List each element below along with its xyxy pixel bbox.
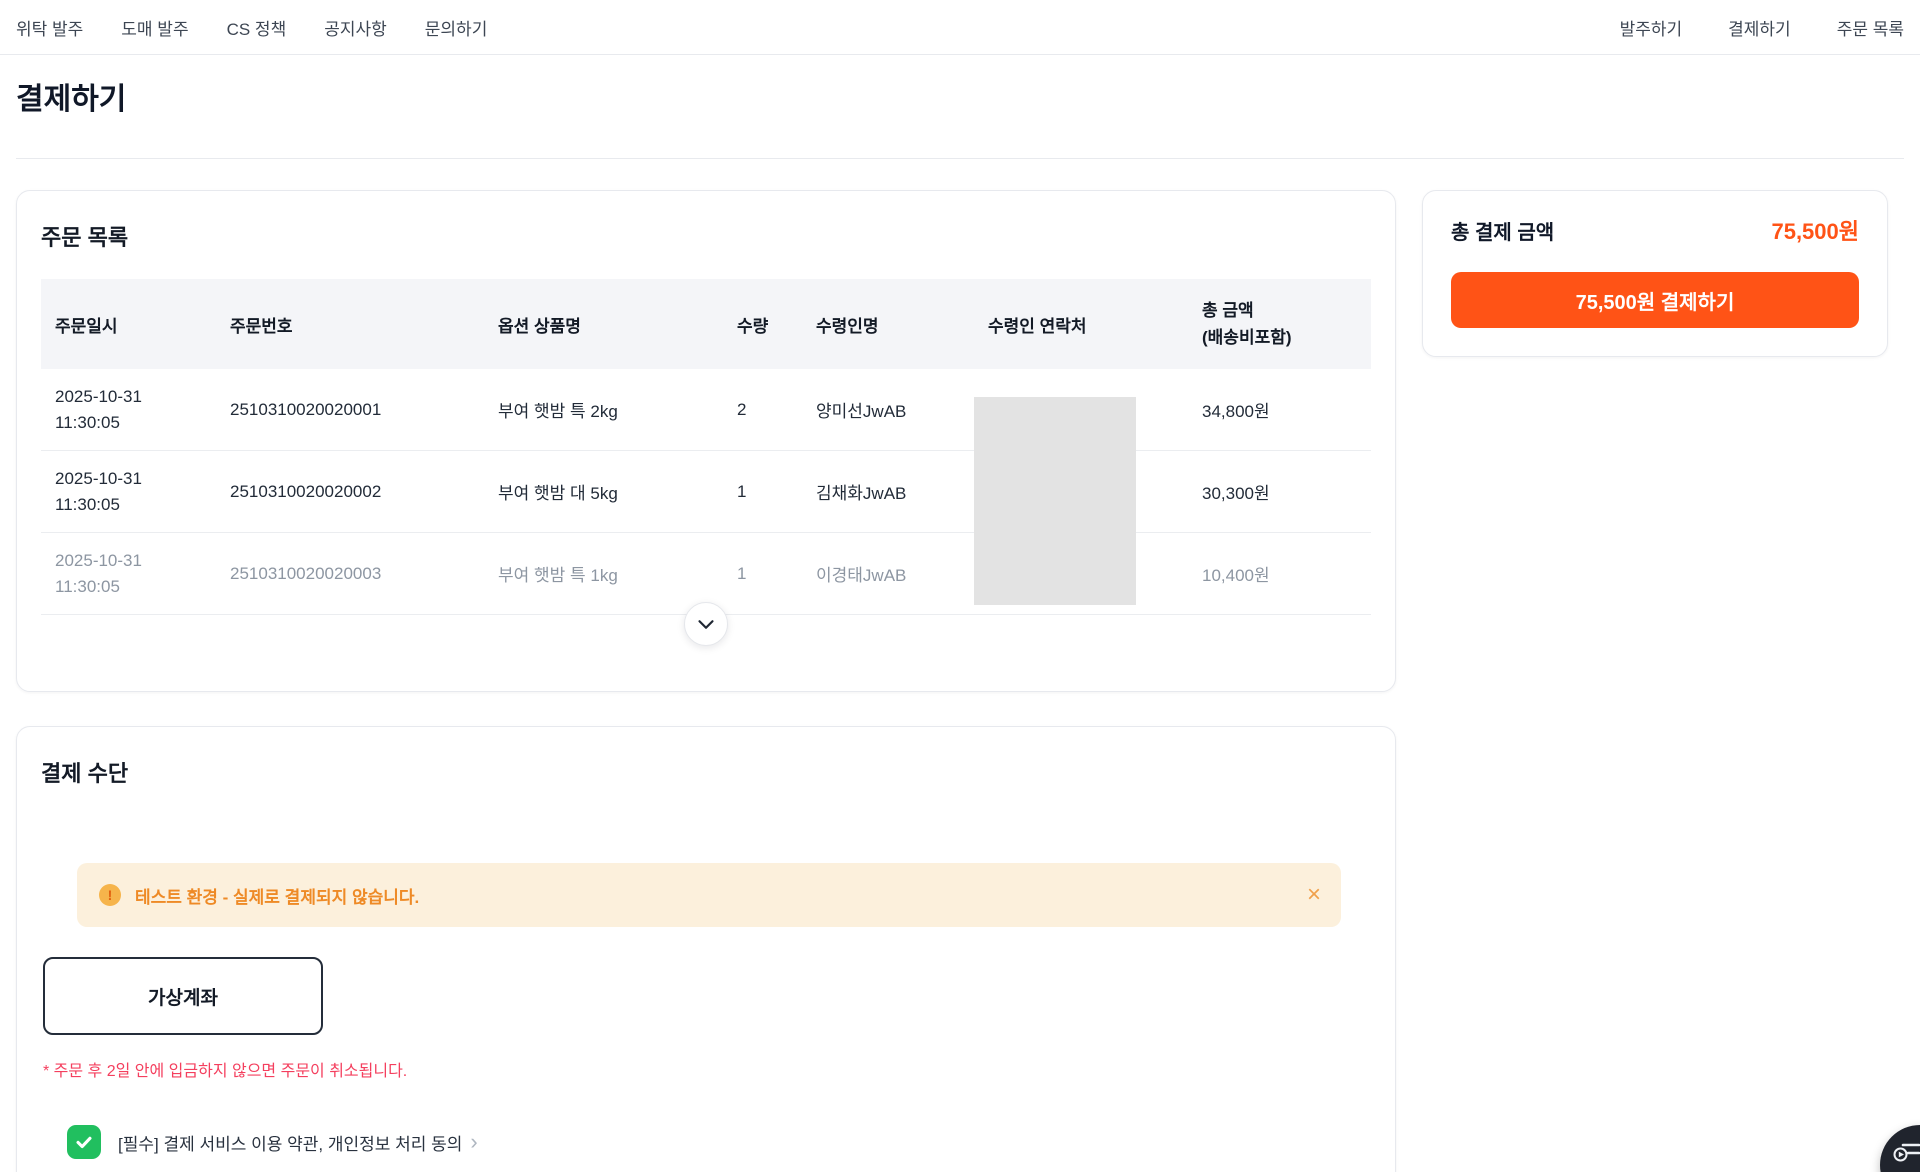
order-date: 2025-10-31 — [55, 466, 216, 492]
cell-total: 10,400원 — [1188, 561, 1371, 586]
col-header-qty: 수량 — [723, 312, 802, 337]
cell-order-no: 2510310020020003 — [216, 564, 484, 584]
pay-button[interactable]: 75,500원 결제하기 — [1451, 272, 1859, 328]
cell-date: 2025-10-31 11:30:05 — [41, 466, 216, 518]
payment-summary-card: 총 결제 금액 75,500원 75,500원 결제하기 — [1422, 190, 1888, 357]
cell-date: 2025-10-31 11:30:05 — [41, 384, 216, 436]
chevron-right-icon[interactable]: › — [470, 1131, 477, 1153]
check-icon — [73, 1131, 95, 1153]
col-header-contact: 수령인 연락처 — [974, 312, 1188, 337]
total-payment-label: 총 결제 금액 — [1451, 216, 1554, 245]
cell-product: 부여 햇밤 특 2kg — [484, 397, 723, 422]
test-banner-text: 테스트 환경 - 실제로 결제되지 않습니다. — [135, 883, 419, 908]
nav-item-consignment-order[interactable]: 위탁 발주 — [16, 15, 83, 40]
order-table-header: 주문일시 주문번호 옵션 상품명 수량 수령인명 수령인 연락처 총 금액 (배… — [41, 279, 1371, 369]
nav-item-checkout[interactable]: 결제하기 — [1728, 15, 1791, 40]
nav-item-place-order[interactable]: 발주하기 — [1620, 15, 1683, 40]
cell-total: 34,800원 — [1188, 397, 1371, 422]
col-header-total-line1: 총 금액 — [1202, 297, 1371, 324]
order-table: 주문일시 주문번호 옵션 상품명 수량 수령인명 수령인 연락처 총 금액 (배… — [41, 279, 1371, 615]
cell-total: 30,300원 — [1188, 479, 1371, 504]
cell-qty: 1 — [723, 564, 802, 584]
col-header-recipient: 수령인명 — [802, 312, 974, 337]
nav-item-inquiry[interactable]: 문의하기 — [425, 15, 488, 40]
cell-qty: 2 — [723, 400, 802, 420]
chevron-down-icon — [693, 611, 719, 637]
payment-method-title: 결제 수단 — [41, 759, 1371, 789]
cell-recipient: 양미선JwAB — [802, 397, 974, 422]
close-icon[interactable]: × — [1307, 883, 1321, 907]
cell-recipient: 이경태JwAB — [802, 561, 974, 586]
col-header-date: 주문일시 — [41, 312, 216, 337]
cell-product: 부여 햇밤 대 5kg — [484, 479, 723, 504]
col-header-total-line2: (배송비포함) — [1202, 324, 1371, 351]
nav-item-order-list[interactable]: 주문 목록 — [1837, 15, 1904, 40]
cell-order-no: 2510310020020002 — [216, 482, 484, 502]
content: 주문 목록 주문일시 주문번호 옵션 상품명 수량 수령인명 수령인 연락처 총… — [16, 190, 1904, 692]
order-list-card: 주문 목록 주문일시 주문번호 옵션 상품명 수량 수령인명 수령인 연락처 총… — [16, 190, 1396, 692]
table-row: 2025-10-31 11:30:05 2510310020020001 부여 … — [41, 369, 1371, 451]
terms-checkbox[interactable] — [67, 1125, 101, 1159]
cell-product: 부여 햇밤 특 1kg — [484, 561, 723, 586]
page: 결제하기 주문 목록 주문일시 주문번호 옵션 상품명 수량 수령인명 수령인 … — [0, 80, 1920, 1172]
expand-orders-button[interactable] — [684, 602, 728, 646]
table-row: 2025-10-31 11:30:05 2510310020020002 부여 … — [41, 451, 1371, 533]
alert-icon: ! — [99, 884, 121, 906]
virtual-account-button[interactable]: 가상계좌 — [43, 957, 323, 1035]
deposit-deadline-note: * 주문 후 2일 안에 입금하지 않으면 주문이 취소됩니다. — [43, 1057, 1371, 1081]
nav-item-cs-policy[interactable]: CS 정책 — [227, 15, 287, 40]
order-list-title: 주문 목록 — [41, 223, 1371, 253]
top-nav: 위탁 발주 도매 발주 CS 정책 공지사항 문의하기 발주하기 결제하기 주문… — [0, 0, 1920, 55]
col-header-product: 옵션 상품명 — [484, 312, 723, 337]
test-environment-banner: ! 테스트 환경 - 실제로 결제되지 않습니다. × — [77, 863, 1341, 927]
col-header-order-no: 주문번호 — [216, 312, 484, 337]
order-time: 11:30:05 — [55, 410, 216, 436]
order-time: 11:30:05 — [55, 574, 216, 600]
cell-recipient: 김채화JwAB — [802, 479, 974, 504]
terms-agreement-row[interactable]: [필수] 결제 서비스 이용 약관, 개인정보 처리 동의 › — [67, 1125, 1371, 1159]
col-header-total: 총 금액 (배송비포함) — [1188, 297, 1371, 351]
title-divider — [16, 158, 1904, 159]
cell-qty: 1 — [723, 482, 802, 502]
nav-left: 위탁 발주 도매 발주 CS 정책 공지사항 문의하기 — [16, 15, 525, 40]
total-payment-amount: 75,500원 — [1771, 214, 1859, 246]
order-date: 2025-10-31 — [55, 384, 216, 410]
page-title: 결제하기 — [16, 80, 1904, 120]
nav-right: 발주하기 결제하기 주문 목록 — [1574, 15, 1904, 40]
summary-row: 총 결제 금액 75,500원 — [1451, 214, 1859, 246]
cell-date: 2025-10-31 11:30:05 — [41, 548, 216, 600]
order-date: 2025-10-31 — [55, 548, 216, 574]
nav-item-wholesale-order[interactable]: 도매 발주 — [121, 15, 188, 40]
nav-item-notice[interactable]: 공지사항 — [324, 15, 387, 40]
cell-order-no: 2510310020020001 — [216, 400, 484, 420]
redacted-contact-overlay — [974, 397, 1136, 605]
terms-agreement-label: [필수] 결제 서비스 이용 약관, 개인정보 처리 동의 — [118, 1130, 462, 1155]
order-time: 11:30:05 — [55, 492, 216, 518]
payment-method-card: 결제 수단 ! 테스트 환경 - 실제로 결제되지 않습니다. × 가상계좌 *… — [16, 726, 1396, 1172]
